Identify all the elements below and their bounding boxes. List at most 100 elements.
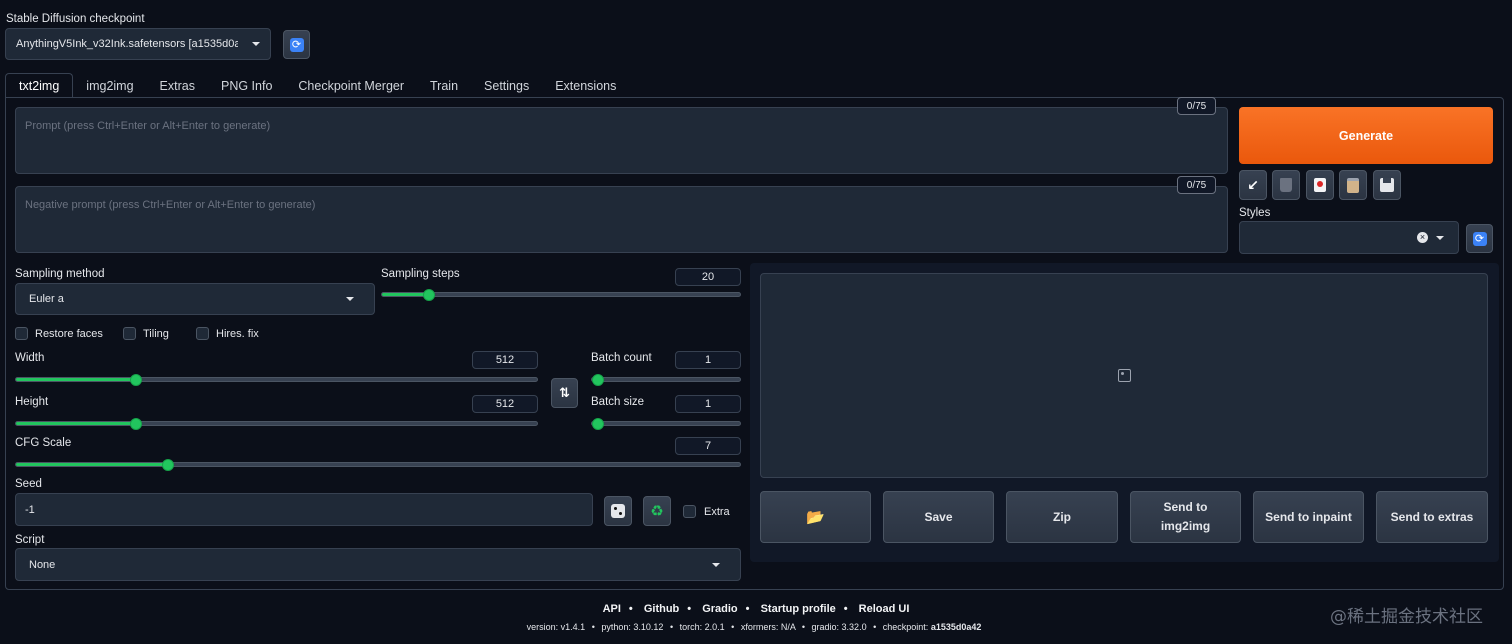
tiling-label: Tiling	[143, 327, 169, 340]
clear-prompt-button[interactable]	[1272, 170, 1300, 200]
hires-fix-label: Hires. fix	[216, 327, 259, 340]
batch-size-slider[interactable]	[591, 418, 741, 430]
tab-extensions[interactable]: Extensions	[542, 73, 629, 98]
footer-link-gradio[interactable]: Gradio	[702, 603, 737, 615]
clipboard-icon	[1347, 177, 1359, 193]
slider-track[interactable]	[591, 374, 741, 386]
sampling-method-dropdown[interactable]: Euler a	[15, 283, 375, 315]
tab-settings[interactable]: Settings	[471, 73, 542, 98]
checkpoint-hash: a1535d0a42	[930, 622, 982, 632]
footer-link-startup-profile[interactable]: Startup profile	[761, 603, 836, 615]
send-to-img2img-button[interactable]: Send to img2img	[1130, 491, 1241, 543]
slider-track[interactable]	[381, 289, 741, 301]
slider-fill	[16, 422, 136, 425]
footer-link-api[interactable]: API	[603, 603, 621, 615]
slider-fill	[16, 463, 169, 466]
checkbox-box[interactable]	[123, 327, 136, 340]
sampling-steps-slider[interactable]	[381, 289, 741, 301]
slider-thumb[interactable]	[592, 418, 604, 430]
refresh-styles-button[interactable]: ⟳	[1466, 224, 1493, 253]
refresh-checkpoint-button[interactable]: ⟳	[283, 30, 310, 59]
clear-icon[interactable]: ×	[1417, 232, 1428, 243]
checkbox-box[interactable]	[196, 327, 209, 340]
width-label: Width	[15, 352, 45, 364]
apply-style-button[interactable]	[1339, 170, 1367, 200]
tab-extras[interactable]: Extras	[147, 73, 208, 98]
prompt-token-counter: 0/75	[1177, 97, 1216, 115]
checkpoint-label: Stable Diffusion checkpoint	[6, 13, 145, 25]
batch-count-slider[interactable]	[591, 374, 741, 386]
slider-track[interactable]	[15, 459, 741, 471]
cfg-scale-input[interactable]: 7	[675, 437, 741, 455]
torch-info: torch: 2.0.1	[679, 622, 725, 632]
slider-thumb[interactable]	[592, 374, 604, 386]
swap-dimensions-button[interactable]: ⇅	[551, 378, 578, 408]
seed-input[interactable]: -1	[15, 493, 593, 526]
height-slider[interactable]	[15, 418, 538, 430]
checkbox-box[interactable]	[15, 327, 28, 340]
send-to-extras-button[interactable]: Send to extras	[1376, 491, 1488, 543]
sampling-steps-label: Sampling steps	[381, 268, 460, 280]
prompt-placeholder: Prompt (press Ctrl+Enter or Alt+Enter to…	[25, 120, 271, 132]
send-to-inpaint-button[interactable]: Send to inpaint	[1253, 491, 1364, 543]
tab-img2img[interactable]: img2img	[73, 73, 146, 98]
extra-networks-button[interactable]	[1306, 170, 1334, 200]
restore-faces-checkbox[interactable]: Restore faces	[15, 327, 103, 340]
width-slider[interactable]	[15, 374, 538, 386]
reuse-seed-button[interactable]: ♻	[643, 496, 671, 526]
output-gallery[interactable]	[760, 273, 1488, 478]
styles-label: Styles	[1239, 207, 1271, 219]
slider-track[interactable]	[591, 418, 741, 430]
save-style-button[interactable]	[1373, 170, 1401, 200]
slider-fill	[16, 378, 136, 381]
tab-png-info[interactable]: PNG Info	[208, 73, 285, 98]
sampling-method-label: Sampling method	[15, 268, 105, 280]
slider-track[interactable]	[15, 374, 538, 386]
checkpoint-dropdown[interactable]: AnythingV5Ink_v32Ink.safetensors [a1535d…	[5, 28, 271, 60]
seed-label: Seed	[15, 478, 42, 490]
height-input[interactable]: 512	[472, 395, 538, 413]
batch-count-input[interactable]: 1	[675, 351, 741, 369]
styles-dropdown[interactable]: ×	[1239, 221, 1459, 254]
sampling-steps-input[interactable]: 20	[675, 268, 741, 286]
save-button[interactable]: Save	[883, 491, 994, 543]
script-label: Script	[15, 534, 45, 546]
script-dropdown[interactable]: None	[15, 548, 741, 581]
open-folder-button[interactable]: 📂	[760, 491, 871, 543]
tiling-checkbox[interactable]: Tiling	[123, 327, 169, 340]
version-info: version: v1.4.1	[526, 622, 586, 632]
footer-links: API • Github • Gradio • Startup profile • Re…	[602, 603, 910, 615]
hires-fix-checkbox[interactable]: Hires. fix	[196, 327, 259, 340]
checkpoint-info-label: checkpoint:	[882, 622, 929, 632]
zip-button[interactable]: Zip	[1006, 491, 1118, 543]
chevron-down-icon	[712, 562, 720, 567]
batch-size-input[interactable]: 1	[675, 395, 741, 413]
generate-button[interactable]: Generate	[1239, 107, 1493, 164]
cfg-scale-label: CFG Scale	[15, 437, 72, 449]
extra-seed-checkbox[interactable]: Extra	[683, 505, 730, 518]
tab-txt2img[interactable]: txt2img	[5, 73, 74, 98]
checkbox-box[interactable]	[683, 505, 696, 518]
slider-thumb[interactable]	[422, 289, 435, 301]
watermark: @稀土掘金技术社区	[1330, 607, 1483, 627]
footer-link-reload-ui[interactable]: Reload UI	[859, 603, 910, 615]
gradio-info: gradio: 3.32.0	[811, 622, 867, 632]
recycle-icon: ♻	[650, 503, 664, 520]
tab-checkpoint-merger[interactable]: Checkpoint Merger	[285, 73, 417, 98]
restore-faces-label: Restore faces	[35, 327, 103, 340]
tab-train[interactable]: Train	[417, 73, 471, 98]
arrow-down-left-icon: ↙	[1247, 176, 1259, 193]
chevron-down-icon	[346, 297, 354, 301]
cfg-scale-slider[interactable]	[15, 459, 741, 471]
negative-prompt-textarea[interactable]: Negative prompt (press Ctrl+Enter or Alt…	[15, 186, 1228, 253]
seed-value: -1	[25, 503, 35, 516]
random-seed-button[interactable]	[604, 496, 632, 526]
image-placeholder-icon	[1117, 369, 1131, 382]
read-params-button[interactable]: ↙	[1239, 170, 1267, 200]
prompt-textarea[interactable]: Prompt (press Ctrl+Enter or Alt+Enter to…	[15, 107, 1228, 174]
footer-link-github[interactable]: Github	[644, 603, 679, 615]
width-input[interactable]: 512	[472, 351, 538, 369]
dice-icon	[611, 504, 625, 518]
refresh-icon: ⟳	[289, 37, 304, 52]
slider-track[interactable]	[15, 418, 538, 430]
